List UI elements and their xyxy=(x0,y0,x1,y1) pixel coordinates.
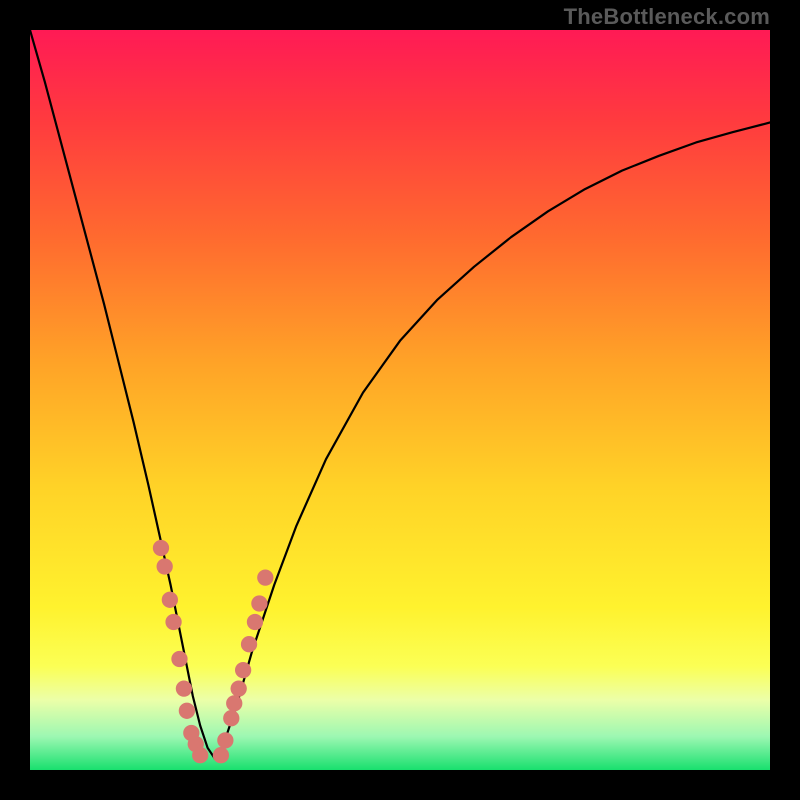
curve-marker xyxy=(217,732,233,748)
watermark-text: TheBottleneck.com xyxy=(564,4,770,30)
curve-marker xyxy=(231,680,247,696)
curve-marker xyxy=(235,662,251,678)
curve-marker xyxy=(162,592,178,608)
black-frame: TheBottleneck.com xyxy=(0,0,800,800)
curve-marker xyxy=(176,680,192,696)
curve-marker xyxy=(257,569,273,585)
plot-area xyxy=(30,30,770,770)
curve-marker xyxy=(153,540,169,556)
bottleneck-chart xyxy=(30,30,770,770)
curve-marker xyxy=(241,636,257,652)
curve-marker xyxy=(247,614,263,630)
gradient-background xyxy=(30,30,770,770)
curve-marker xyxy=(179,703,195,719)
curve-marker xyxy=(223,710,239,726)
curve-marker xyxy=(157,558,173,574)
curve-marker xyxy=(192,747,208,763)
curve-marker xyxy=(171,651,187,667)
curve-marker xyxy=(226,695,242,711)
curve-marker xyxy=(165,614,181,630)
curve-marker xyxy=(251,595,267,611)
curve-marker xyxy=(213,747,229,763)
